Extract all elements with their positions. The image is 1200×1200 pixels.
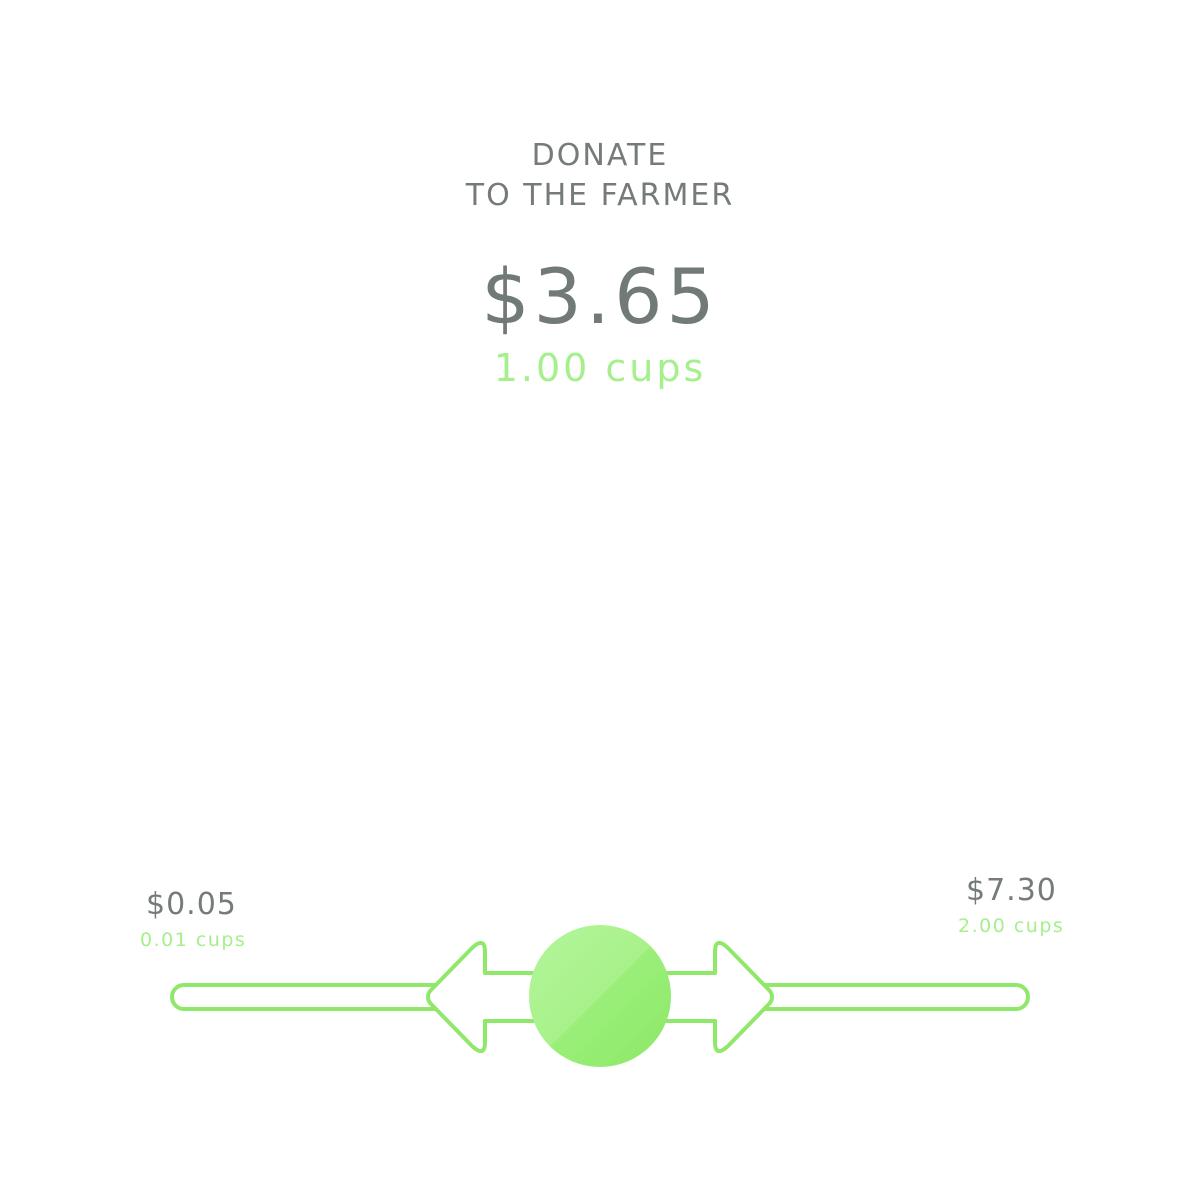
- slider-track-right[interactable]: [746, 983, 1030, 1011]
- slider-track-left[interactable]: [170, 983, 454, 1011]
- donation-slider[interactable]: [0, 0, 1200, 1200]
- slider-knob[interactable]: [529, 925, 671, 1067]
